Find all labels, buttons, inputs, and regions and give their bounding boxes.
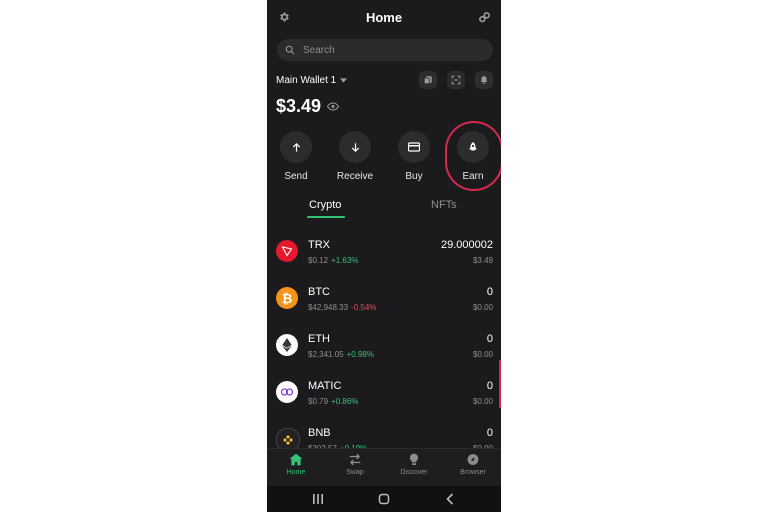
nav-swap[interactable]: Swap	[335, 453, 375, 476]
asset-amount: 0	[486, 286, 493, 298]
swap-icon	[349, 453, 361, 466]
eye-icon[interactable]	[327, 102, 340, 111]
nav-swap-label: Swap	[346, 469, 364, 476]
asset-amount: 0	[486, 427, 493, 439]
home-system-icon[interactable]	[378, 493, 390, 505]
copy-icon	[423, 76, 432, 85]
nav-browser-label: Browser	[460, 469, 486, 476]
asset-change: -0.54%	[351, 303, 377, 312]
asset-amount: 0	[486, 380, 493, 392]
asset-amount: 29.000002	[441, 239, 493, 251]
asset-row-trx[interactable]: TRX $0.12 +1.63% 29.000002 $3.49	[267, 232, 501, 278]
asset-fiat-value: $0.00	[472, 397, 493, 406]
home-icon	[289, 453, 303, 466]
asset-symbol: BTC	[308, 286, 330, 298]
send-button[interactable]: Send	[276, 131, 316, 182]
scroll-edge-marker	[499, 360, 501, 408]
tab-crypto[interactable]: Crypto	[309, 199, 341, 211]
balance-value: $3.49	[276, 96, 322, 116]
tron-logo-icon	[276, 240, 298, 262]
scan-qr-button[interactable]	[447, 71, 465, 89]
notifications-button[interactable]	[475, 71, 493, 89]
arrow-up-icon	[292, 142, 300, 152]
asset-symbol: TRX	[308, 239, 330, 251]
active-tab-indicator	[307, 216, 345, 218]
search-icon	[285, 45, 295, 55]
asset-price-line: $42,948.33 -0.54%	[308, 303, 376, 312]
bell-icon	[480, 76, 488, 85]
tab-nfts[interactable]: NFTs	[431, 199, 457, 211]
receive-label: Receive	[336, 171, 374, 182]
copy-address-button[interactable]	[419, 71, 437, 89]
asset-symbol: MATIC	[308, 380, 342, 392]
nav-browser[interactable]: Browser	[453, 453, 493, 476]
wallet-balance: $3.49	[276, 96, 340, 117]
asset-price: $42,948.33	[308, 303, 349, 312]
card-icon	[408, 142, 420, 152]
asset-fiat-value: $0.00	[472, 350, 493, 359]
polygon-logo-icon	[276, 381, 298, 403]
page-title: Home	[365, 10, 403, 25]
asset-row-matic[interactable]: MATIC $0.79 +0.86% 0 $0.00	[267, 373, 501, 419]
back-icon[interactable]	[445, 493, 455, 505]
link-icon	[479, 12, 490, 23]
nav-discover[interactable]: Discover	[394, 453, 434, 476]
highlight-ring	[445, 121, 501, 191]
wallet-name: Main Wallet 1	[276, 75, 337, 86]
asset-price: $2,341.05	[308, 350, 344, 359]
send-label: Send	[284, 171, 308, 182]
asset-symbol: ETH	[308, 333, 330, 345]
bottom-navigation: Home Swap Discover Browser	[267, 448, 501, 487]
nav-home[interactable]: Home	[276, 453, 316, 476]
app-screen: Home Main Wallet 1	[267, 0, 501, 512]
receive-button[interactable]: Receive	[335, 131, 375, 182]
asset-price: $0.12	[308, 256, 329, 265]
search-bar[interactable]	[277, 39, 493, 61]
asset-fiat-value: $0.00	[472, 303, 493, 312]
asset-change: +0.86%	[331, 397, 359, 406]
nav-discover-label: Discover	[400, 469, 428, 476]
asset-price: $0.79	[308, 397, 329, 406]
asset-price-line: $2,341.05 +0.98%	[308, 350, 374, 359]
asset-change: +0.98%	[346, 350, 374, 359]
recent-apps-icon[interactable]	[312, 493, 324, 505]
asset-symbol: BNB	[308, 427, 331, 439]
wallet-selector[interactable]: Main Wallet 1	[276, 75, 348, 86]
asset-row-eth[interactable]: ETH $2,341.05 +0.98% 0 $0.00	[267, 326, 501, 372]
asset-row-btc[interactable]: ₿ BTC $42,948.33 -0.54% 0 $0.00	[267, 279, 501, 325]
asset-fiat-value: $3.49	[472, 256, 493, 265]
arrow-down-icon	[351, 142, 359, 152]
asset-change: +1.63%	[331, 256, 359, 265]
caret-down-icon	[340, 78, 348, 83]
bitcoin-logo-icon: ₿	[276, 287, 298, 309]
ethereum-logo-icon	[276, 334, 298, 356]
asset-amount: 0	[486, 333, 493, 345]
asset-price-line: $0.79 +0.86%	[308, 397, 358, 406]
asset-price-line: $0.12 +1.63%	[308, 256, 358, 265]
search-input[interactable]	[301, 43, 485, 57]
scan-icon	[451, 75, 461, 85]
lightbulb-icon	[409, 453, 419, 466]
compass-icon	[467, 454, 479, 465]
buy-button[interactable]: Buy	[394, 131, 434, 182]
nav-home-label: Home	[286, 469, 306, 476]
buy-label: Buy	[405, 171, 423, 182]
wallet-connect-button[interactable]	[478, 11, 491, 24]
system-navigation-bar	[267, 486, 501, 512]
